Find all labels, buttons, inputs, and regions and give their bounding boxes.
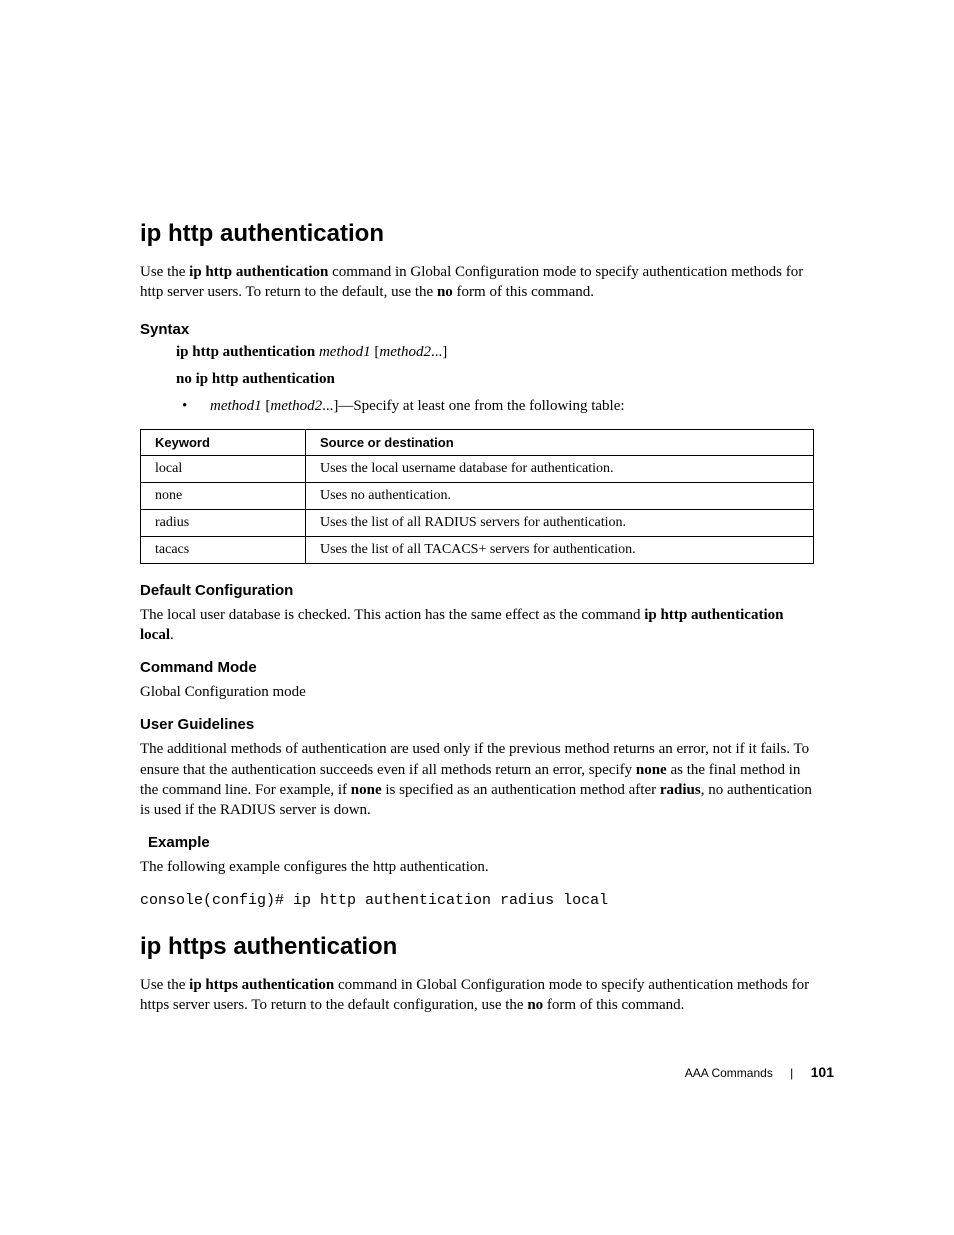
example-text: The following example configures the htt… bbox=[140, 857, 814, 877]
th-source: Source or destination bbox=[306, 429, 814, 455]
user-guidelines-heading: User Guidelines bbox=[140, 716, 814, 733]
intro-paragraph: Use the ip http authentication command i… bbox=[140, 262, 814, 303]
default-config-heading: Default Configuration bbox=[140, 582, 814, 599]
heading-ip-http-authentication: ip http authentication bbox=[140, 220, 814, 248]
keyword-table: Keyword Source or destination local Uses… bbox=[140, 429, 814, 564]
footer-section: AAA Commands bbox=[685, 1066, 773, 1080]
table-row: tacacs Uses the list of all TACACS+ serv… bbox=[141, 536, 814, 563]
page-footer: AAA Commands | 101 bbox=[685, 1064, 834, 1080]
console-example: console(config)# ip http authentication … bbox=[140, 892, 814, 909]
syntax-line-1: ip http authentication method1 [method2.… bbox=[176, 344, 814, 361]
user-guidelines-text: The additional methods of authentication… bbox=[140, 739, 814, 820]
syntax-line-no: no ip http authentication bbox=[176, 371, 814, 388]
footer-separator: | bbox=[790, 1066, 793, 1080]
table-row: radius Uses the list of all RADIUS serve… bbox=[141, 509, 814, 536]
example-heading: Example bbox=[148, 834, 814, 851]
command-mode-text: Global Configuration mode bbox=[140, 682, 814, 702]
default-config-text: The local user database is checked. This… bbox=[140, 605, 814, 646]
command-mode-heading: Command Mode bbox=[140, 659, 814, 676]
table-row: local Uses the local username database f… bbox=[141, 455, 814, 482]
page-number: 101 bbox=[811, 1064, 834, 1080]
heading-ip-https-authentication: ip https authentication bbox=[140, 933, 814, 961]
intro-paragraph-2: Use the ip https authentication command … bbox=[140, 975, 814, 1016]
th-keyword: Keyword bbox=[141, 429, 306, 455]
table-row: none Uses no authentication. bbox=[141, 482, 814, 509]
page: ip http authentication Use the ip http a… bbox=[0, 0, 954, 1235]
syntax-bullet: • method1 [method2...]—Specify at least … bbox=[176, 398, 814, 415]
syntax-heading: Syntax bbox=[140, 321, 814, 338]
